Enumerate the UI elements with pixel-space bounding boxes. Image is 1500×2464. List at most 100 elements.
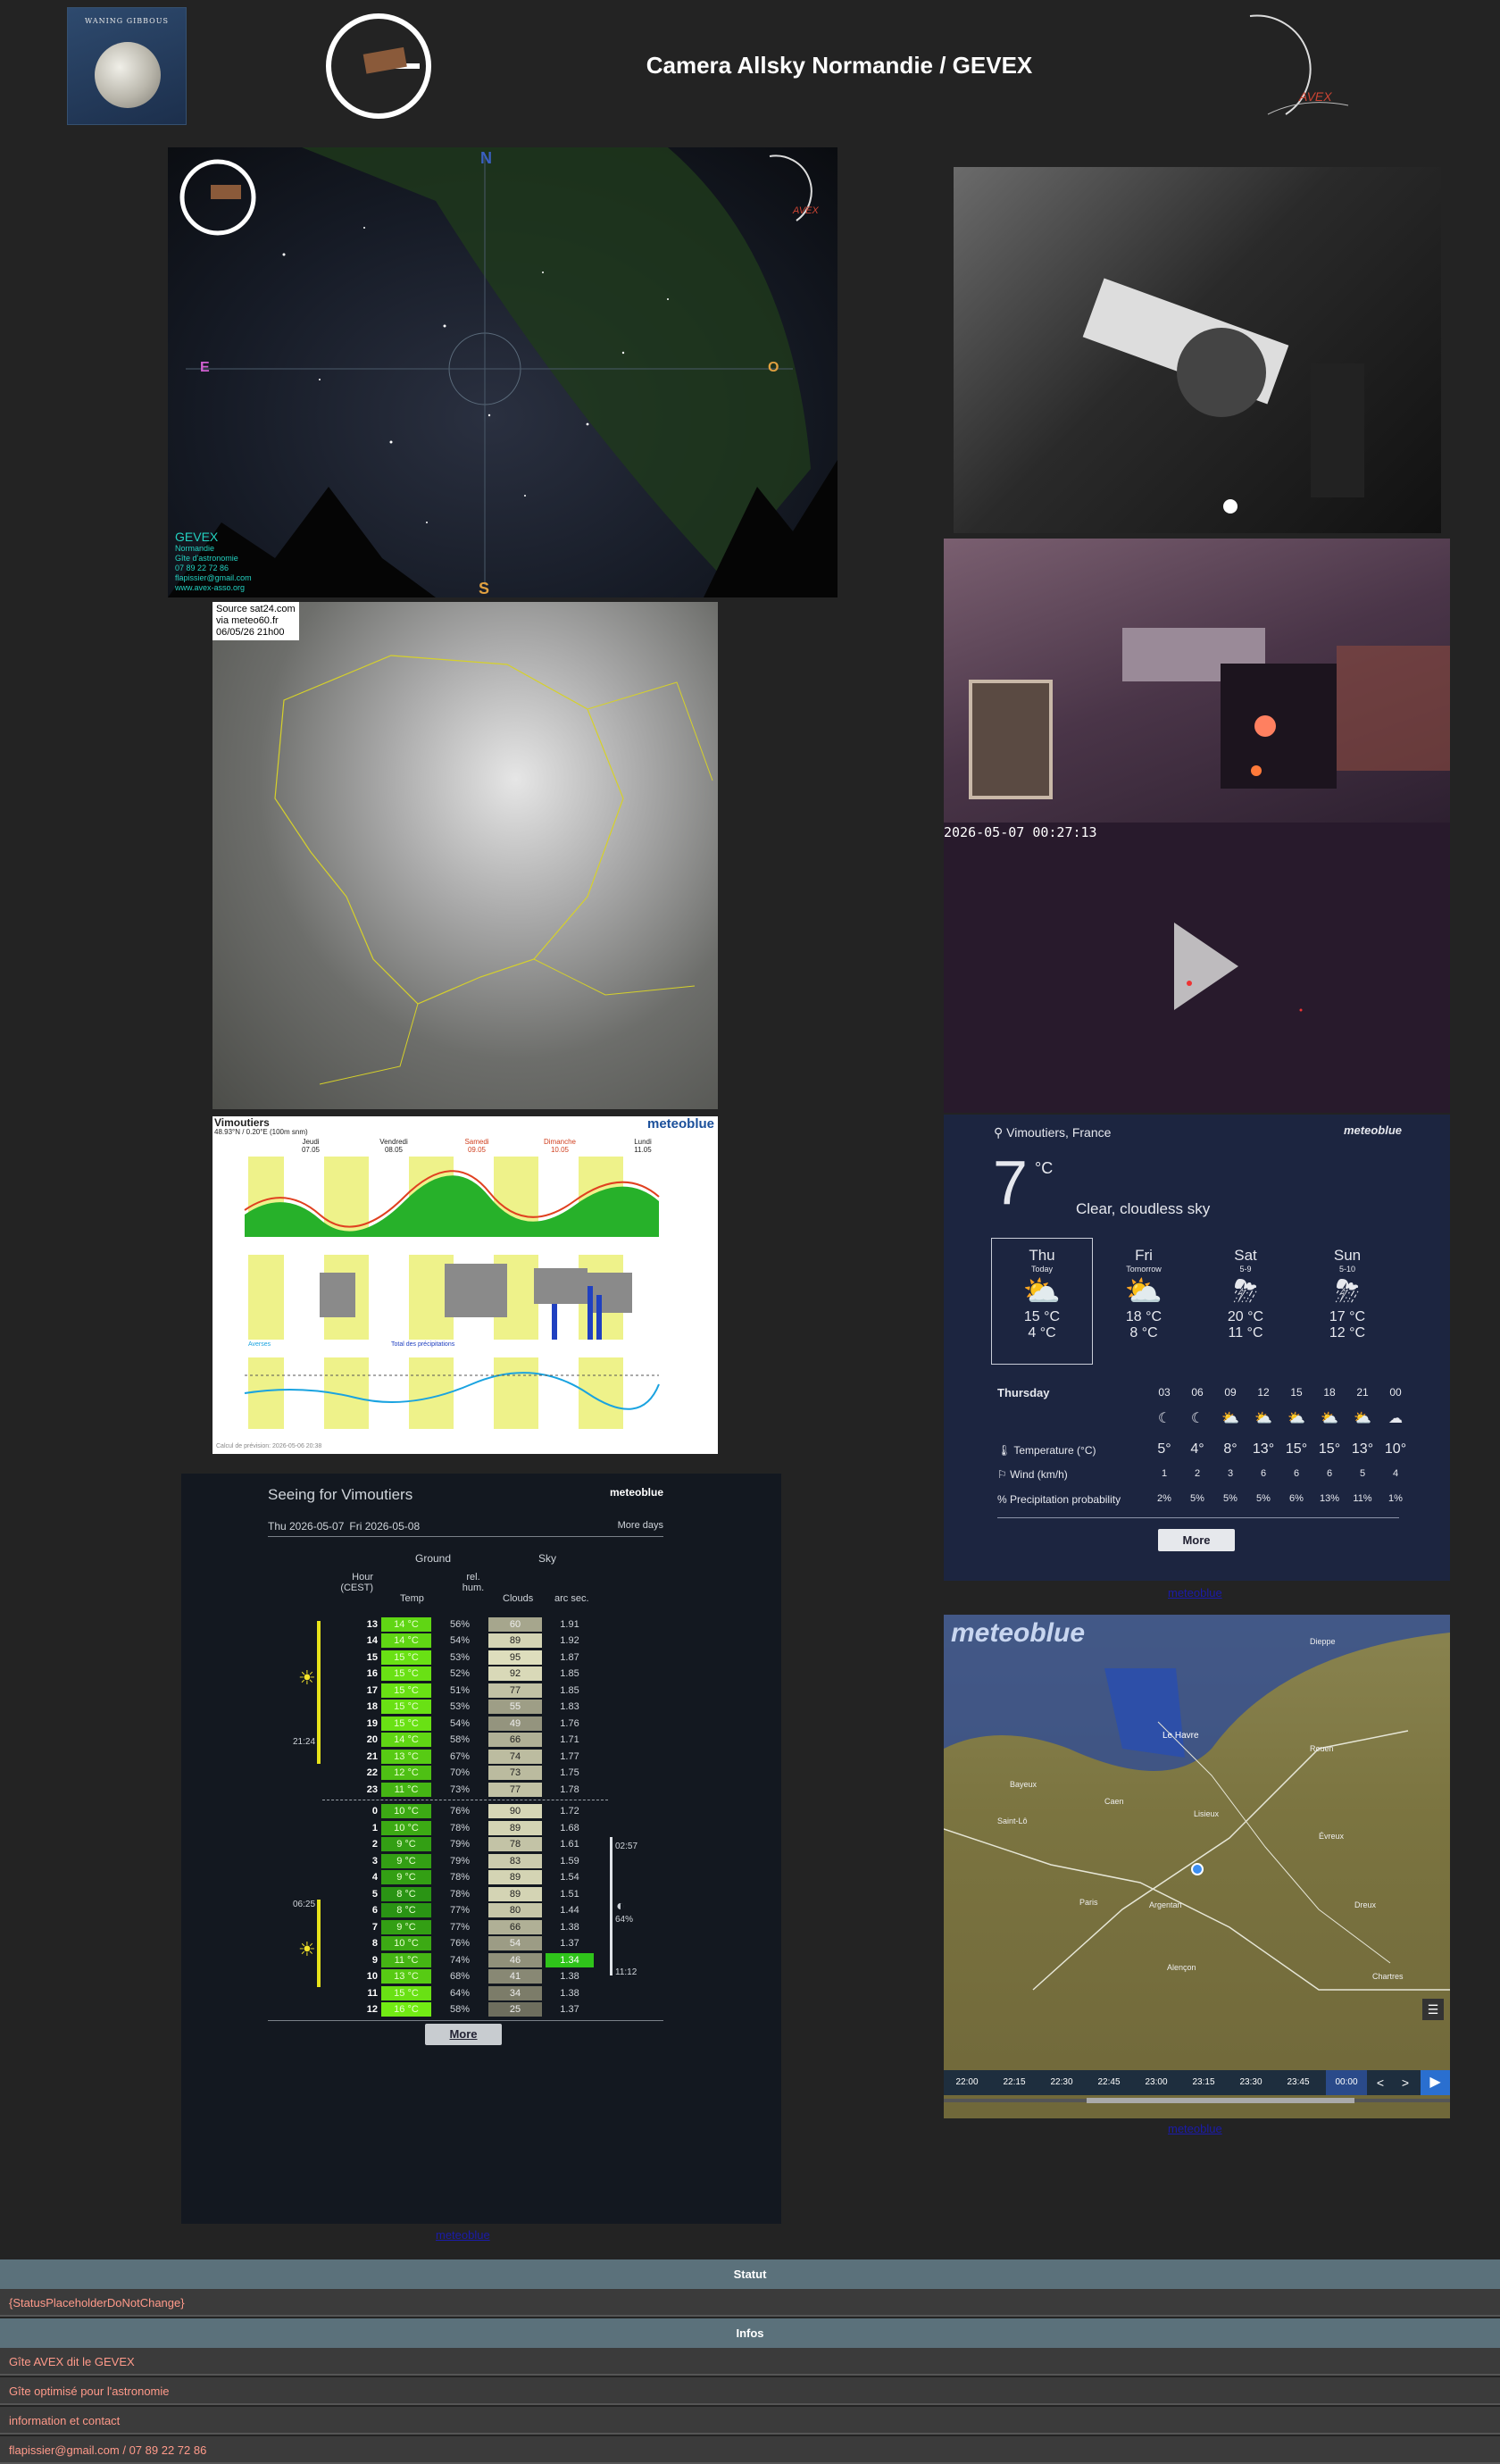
temp-row-label-text: Temperature (°C) xyxy=(1013,1444,1096,1457)
map-time-label[interactable]: 00:00 xyxy=(1326,2070,1367,2095)
precip-row-label-text: Precipitation probability xyxy=(1010,1493,1121,1506)
seeing-cell-hum: 78% xyxy=(449,1822,471,1833)
observatory-webcam-1[interactable] xyxy=(954,167,1441,533)
forecast-source-link[interactable]: meteoblue xyxy=(1168,1586,1222,1600)
hourly-time: 09 xyxy=(1224,1386,1237,1399)
seeing-cell-temp: 11 °C xyxy=(381,1952,431,1967)
seeing-header-hum: rel. hum. xyxy=(462,1572,485,1593)
weather-map[interactable]: meteoblue Dieppe Le Havre Rouen Bayeux C… xyxy=(944,1615,1450,2118)
seeing-cell-seeing: 1.59 xyxy=(560,1855,579,1867)
map-next-button[interactable]: > xyxy=(1395,2070,1416,2095)
seeing-cell-hum: 67% xyxy=(449,1750,471,1762)
seeing-cell-hum: 78% xyxy=(449,1888,471,1900)
forecast-day-sun[interactable]: Sun 5-10 ⛈ 17 °C 12 °C xyxy=(1296,1247,1398,1341)
seeing-cell-temp: 8 °C xyxy=(381,1886,431,1901)
seeing-row: 17 15 °C 51% 77 1.85 xyxy=(360,1683,594,1698)
meteogram-chart[interactable]: Vimoutiers 48.93°N / 0.20°E (100m snm) m… xyxy=(212,1116,718,1454)
status-value: {StatusPlaceholderDoNotChange} xyxy=(0,2289,1500,2317)
seeing-cell-temp: 15 °C xyxy=(381,1985,431,2000)
seeing-cell-hour: 10 xyxy=(366,1971,378,1982)
seeing-row: 13 14 °C 56% 60 1.91 xyxy=(360,1616,594,1632)
map-time-label[interactable]: 23:30 xyxy=(1231,2070,1271,2095)
map-time-label[interactable]: 23:00 xyxy=(1137,2070,1176,2095)
hourly-time: 18 xyxy=(1323,1386,1336,1399)
seeing-cell-clouds: 89 xyxy=(488,1633,542,1648)
seeing-more-days-link[interactable]: More days xyxy=(618,1520,663,1531)
forecast-day-today[interactable]: Thu Today ⛅ 15 °C 4 °C xyxy=(991,1247,1093,1341)
percent-icon: % xyxy=(997,1493,1011,1506)
seeing-cell-hum: 54% xyxy=(449,1635,471,1646)
seeing-cell-clouds: 77 xyxy=(488,1683,542,1698)
seeing-cell-temp: 13 °C xyxy=(381,1749,431,1764)
seeing-cell-temp: 15 °C xyxy=(381,1683,431,1698)
wind-flag-icon: ⚐ xyxy=(997,1468,1011,1481)
seeing-row: 0 10 °C 76% 90 1.72 xyxy=(360,1804,594,1819)
seeing-cell-clouds: 83 xyxy=(488,1853,542,1868)
weather-location-name: Vimoutiers, France xyxy=(1006,1125,1112,1140)
seeing-range-to: Fri 2026-05-08 xyxy=(349,1520,421,1533)
hourly-wind: 6 xyxy=(1293,1468,1300,1479)
cloud-icon: ⛅ xyxy=(1354,1411,1371,1426)
temp-unit: °C xyxy=(1035,1159,1054,1177)
video-player[interactable]: 2026-05-07 00:27:13 xyxy=(944,823,1450,1113)
thunderstorm-icon: ⛈ xyxy=(1335,1274,1360,1308)
map-play-icon[interactable]: ▶ xyxy=(1421,2070,1450,2095)
seeing-cell-hum: 76% xyxy=(449,1938,471,1949)
forecast-more-button[interactable]: More xyxy=(1158,1529,1235,1551)
seeing-cell-seeing: 1.85 xyxy=(560,1684,579,1696)
seeing-row: 15 15 °C 53% 95 1.87 xyxy=(360,1650,594,1665)
play-icon[interactable] xyxy=(944,823,1450,1113)
seeing-cell-seeing: 1.37 xyxy=(560,1938,579,1949)
seeing-source-link[interactable]: meteoblue xyxy=(436,2228,490,2242)
map-source-link[interactable]: meteoblue xyxy=(1168,2122,1222,2135)
seeing-cell-hour: 6 xyxy=(371,1905,378,1916)
forecast-day-sat[interactable]: Sat 5-9 ⛈ 20 °C 11 °C xyxy=(1195,1247,1296,1341)
cloud-icon: ⛅ xyxy=(1254,1411,1272,1426)
seeing-cell-hour: 22 xyxy=(366,1767,378,1778)
allsky-camera-image[interactable]: N S E O GEVEX Normandie Gîte d'astronomi… xyxy=(168,147,838,597)
seeing-cell-hum: 51% xyxy=(449,1684,471,1696)
seeing-cell-clouds: 66 xyxy=(488,1919,542,1934)
seeing-range-from: Thu 2026-05-07 xyxy=(268,1520,345,1533)
seeing-cell-clouds: 89 xyxy=(488,1886,542,1901)
forecast-day-lo: 4 °C xyxy=(1028,1325,1056,1341)
hourly-time: 03 xyxy=(1158,1386,1171,1399)
seeing-cell-temp: 15 °C xyxy=(381,1666,431,1681)
observatory-webcam-2[interactable] xyxy=(944,539,1450,823)
map-time-label[interactable]: 22:00 xyxy=(947,2070,987,2095)
seeing-title: Seeing for Vimoutiers xyxy=(268,1486,413,1503)
map-time-label[interactable]: 22:15 xyxy=(995,2070,1034,2095)
hourly-wind: 4 xyxy=(1392,1468,1399,1479)
seeing-header-temp: Temp xyxy=(400,1593,424,1604)
map-progress-window[interactable] xyxy=(1087,2098,1354,2103)
seeing-cell-hour: 3 xyxy=(371,1855,378,1867)
forecast-day-tomorrow[interactable]: Fri Tomorrow ⛅ 18 °C 8 °C xyxy=(1093,1247,1195,1341)
seeing-row: 16 15 °C 52% 92 1.85 xyxy=(360,1666,594,1682)
seeing-cell-hum: 73% xyxy=(449,1783,471,1795)
hourly-wind: 3 xyxy=(1227,1468,1234,1479)
seeing-cell-hour: 2 xyxy=(371,1839,378,1850)
seeing-cell-temp: 15 °C xyxy=(381,1700,431,1714)
hourly-precip: 5% xyxy=(1223,1493,1238,1504)
map-menu-icon[interactable]: ☰ xyxy=(1422,1999,1444,2020)
seeing-more-button[interactable]: More xyxy=(425,2024,502,2045)
seeing-cell-clouds: 46 xyxy=(488,1952,542,1967)
satellite-image[interactable]: Source sat24.com via meteo60.fr 06/05/26… xyxy=(212,602,718,1109)
map-time-label[interactable]: 23:15 xyxy=(1184,2070,1223,2095)
forecast-day-name: Thu xyxy=(1029,1247,1055,1264)
seeing-row: 1 10 °C 78% 89 1.68 xyxy=(360,1820,594,1835)
map-prev-button[interactable]: < xyxy=(1370,2070,1391,2095)
moon-phase-title: WANING GIBBOUS xyxy=(85,17,169,25)
seeing-row: 11 15 °C 64% 34 1.38 xyxy=(360,1985,594,2000)
seeing-cell-temp: 11 °C xyxy=(381,1782,431,1797)
map-time-label[interactable]: 23:45 xyxy=(1279,2070,1318,2095)
avex-logo: AVEX xyxy=(1249,14,1349,115)
hourly-wind: 6 xyxy=(1260,1468,1267,1479)
map-time-label[interactable]: 22:30 xyxy=(1042,2070,1081,2095)
map-time-label[interactable]: 22:45 xyxy=(1089,2070,1129,2095)
map-city: Paris xyxy=(1079,1898,1098,1907)
seeing-row: 10 13 °C 68% 41 1.38 xyxy=(360,1969,594,1984)
seeing-cell-temp: 15 °C xyxy=(381,1650,431,1665)
seeing-cell-seeing: 1.83 xyxy=(560,1701,579,1712)
seeing-row: 68 °C 77% 80 1.44 xyxy=(360,1903,594,1918)
